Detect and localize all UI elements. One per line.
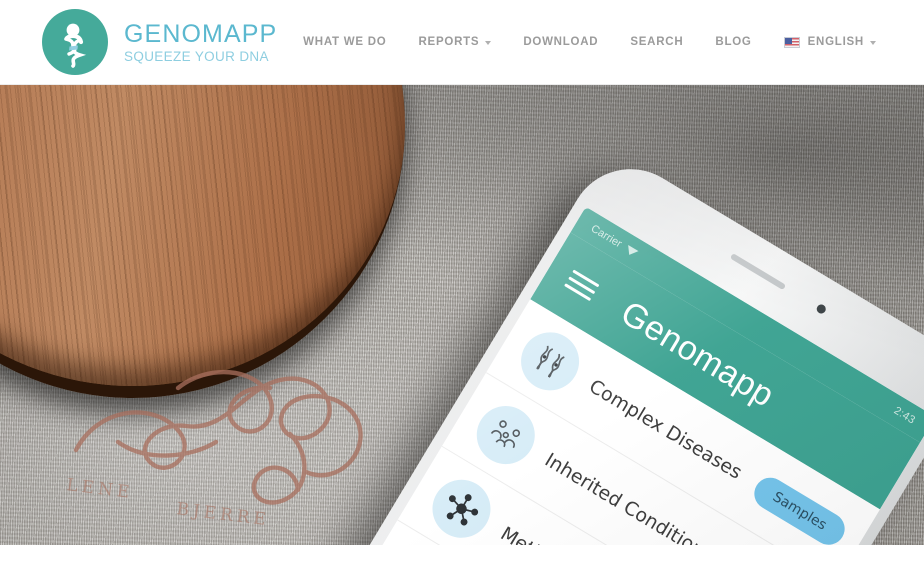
chromosomes-icon — [510, 321, 591, 401]
nav-label: DOWNLOAD — [523, 36, 599, 48]
svg-text:LENE: LENE — [65, 475, 134, 503]
brand-logo-link[interactable]: GENOMAPP SQUEEZE YOUR DNA — [42, 9, 277, 75]
phone-speaker — [729, 253, 787, 291]
nav-item-search[interactable]: SEARCH — [614, 28, 699, 56]
nav-label: SEARCH — [630, 36, 684, 48]
embroidered-monogram: LENE BJERRE — [58, 330, 418, 540]
nav-item-blog[interactable]: BLOG — [699, 28, 767, 56]
chevron-down-icon — [870, 41, 876, 45]
brand-name: GENOMAPP — [124, 20, 278, 49]
svg-text:BJERRE: BJERRE — [175, 499, 270, 530]
nav-label: BLOG — [715, 36, 752, 48]
language-label: ENGLISH — [807, 36, 864, 48]
chevron-down-icon — [485, 41, 492, 45]
nav-item-download[interactable]: DOWNLOAD — [507, 28, 614, 56]
phone-camera — [815, 302, 828, 316]
nav-label: WHAT WE DO — [303, 36, 387, 48]
nav-item-what-we-do[interactable]: WHAT WE DO — [287, 28, 402, 56]
brand-tagline: SQUEEZE YOUR DNA — [124, 49, 269, 65]
us-flag-icon — [783, 36, 800, 48]
hero-banner: TUUTRAP LENE BJERRE Carri — [0, 85, 924, 545]
nav-item-reports[interactable]: REPORTS — [402, 28, 507, 56]
hamburger-menu-icon[interactable] — [562, 265, 603, 305]
status-badge[interactable]: Samples — [748, 471, 851, 545]
dna-person-icon — [42, 9, 108, 75]
clock-label: 2:43 — [891, 404, 918, 427]
site-header: GENOMAPP SQUEEZE YOUR DNA WHAT WE DO REP… — [0, 0, 924, 85]
nav-label: REPORTS — [418, 36, 480, 48]
family-group-icon — [466, 394, 546, 475]
main-navigation: WHAT WE DO REPORTS DOWNLOAD SEARCH BLOG … — [287, 28, 892, 56]
molecule-icon — [421, 468, 502, 545]
page-body-below-hero — [0, 545, 924, 565]
wifi-icon — [623, 244, 639, 258]
nav-item-language-selector[interactable]: ENGLISH — [768, 28, 892, 56]
